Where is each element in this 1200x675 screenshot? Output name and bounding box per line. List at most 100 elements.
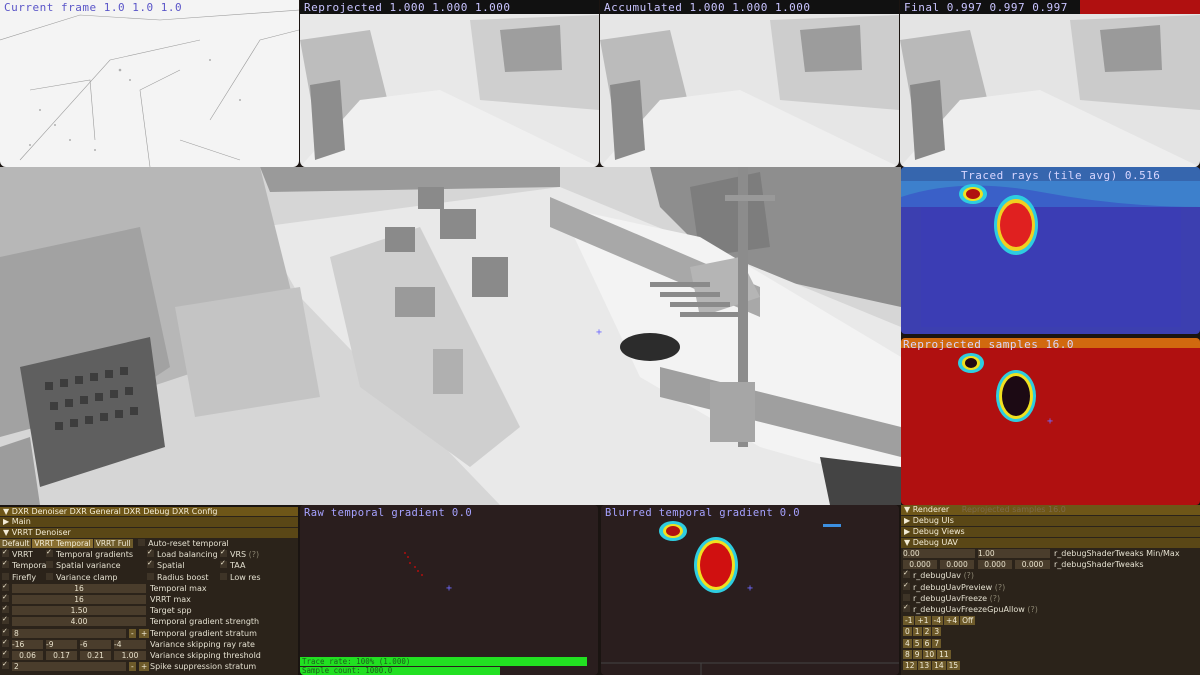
ray-rate-input-4[interactable]: -4 [114,639,146,649]
grid-button[interactable]: 2 [922,627,932,637]
row-check-icon [2,581,9,592]
grid-button[interactable]: 11 [937,649,951,659]
debug-uav-preview-checkbox[interactable] [903,580,910,591]
off-button[interactable]: Off [960,616,976,626]
spatial-checkbox[interactable] [147,558,154,570]
grid-button[interactable]: 1 [912,627,922,637]
vrs-checkbox[interactable] [220,547,227,558]
row-check-icon [2,614,9,626]
decrement-button[interactable]: - [129,628,136,638]
grid-button[interactable]: 15 [946,660,961,670]
grid-button[interactable]: 8 [903,649,912,659]
minmax-label: r_debugShaderTweaks Min/Max [1054,549,1180,558]
taa-checkbox[interactable] [220,558,227,570]
decrement-button[interactable]: - [129,662,136,672]
auto-reset-checkbox[interactable] [138,539,146,546]
grid-button[interactable]: 9 [912,649,922,659]
help-hint[interactable]: (?) [995,583,1006,592]
threshold-input-3[interactable]: 0.21 [80,650,111,660]
spike-stratum-input[interactable]: 2 [12,662,126,672]
low-res-checkbox[interactable] [220,572,227,580]
gradient-stratum-input[interactable]: 8 [12,628,126,638]
tweak-input-2[interactable]: 0.000 [940,560,974,570]
increment-button[interactable]: + [139,662,150,672]
help-hint[interactable]: (?) [1027,605,1038,614]
variance-clamp-checkbox[interactable] [46,572,53,580]
gradient-strength-slider[interactable]: 4.00 [12,617,146,627]
main-viewport[interactable]: + [0,167,901,505]
grid-button[interactable]: 0 [903,627,912,637]
slider-label: Temporal gradient strength [150,617,260,627]
target-spp-slider[interactable]: 1.50 [12,606,146,616]
min-input[interactable]: 0.00 [903,549,975,558]
grid-button[interactable]: 7 [932,638,942,648]
vrrt-section-header[interactable]: ▼ VRRT Denoiser [0,528,298,538]
spatial-variance-checkbox[interactable] [46,561,53,569]
temporal-gradients-checkbox[interactable] [46,547,53,558]
ray-rate-input-2[interactable]: -9 [46,639,77,649]
radius-boost-checkbox[interactable] [147,572,154,580]
debug-views-header[interactable]: ▶ Debug Views [901,527,1200,537]
main-section-header[interactable]: ▶ Main [0,517,298,527]
renderer-panel: ▼ Renderer Reprojected samples 16.0 ▶ De… [901,505,1200,675]
check-label: Low res [230,572,261,582]
crosshair-icon: + [596,327,603,338]
grid-button[interactable]: 10 [922,649,937,659]
flag-label: r_debugUavFreeze [913,593,988,603]
step-plus-1-button[interactable]: +1 [915,616,931,626]
temporal-max-slider[interactable]: 16 [12,583,146,593]
ray-rate-row: -16 -9 -6 -4 Variance skipping ray rate [0,637,298,650]
row-check-icon [2,592,9,603]
tweak-input-3[interactable]: 0.000 [978,560,1012,570]
threshold-input-4[interactable]: 1.00 [114,650,146,660]
step-minus-1-button[interactable]: -1 [903,616,915,626]
vrrt-checkbox[interactable] [2,547,9,558]
grid-row-3: 8 9 10 11 [901,649,1200,660]
heatmap-reprojected-samples: Reprojected samples 16.0 + [901,338,1200,505]
final-image [900,0,1200,167]
ray-rate-input-1[interactable]: -16 [12,639,43,649]
temporal-checkbox[interactable] [2,558,9,570]
preset-button-vrrt-full[interactable]: VRRT Full [93,539,133,548]
renderer-header[interactable]: ▼ Renderer Reprojected samples 16.0 [901,505,1200,515]
grid-button[interactable]: 5 [912,638,922,648]
step-minus-4-button[interactable]: -4 [931,616,944,626]
ray-rate-input-3[interactable]: -6 [80,639,111,649]
slider-label: VRRT max [150,594,191,604]
threshold-input-2[interactable]: 0.17 [46,650,77,660]
grid-button[interactable]: 4 [903,638,912,648]
debug-uav-header[interactable]: ▼ Debug UAV [901,538,1200,548]
debug-uav-freeze-gpu-checkbox[interactable] [903,602,910,613]
debug-uis-header[interactable]: ▶ Debug UIs [901,516,1200,526]
grid-button[interactable]: 13 [917,660,932,670]
check-label: Temporal gradients [56,550,134,560]
debug-uav-checkbox[interactable] [903,568,910,580]
panel-tabs[interactable]: ▼ DXR Denoiser DXR General DXR Debug DXR… [0,507,298,516]
preset-button-vrrt-temporal[interactable]: VRRT Temporal [32,539,93,548]
help-hint[interactable]: (?) [964,571,975,580]
checks-row-3: Firefly Variance clamp Radius boost Low … [0,572,298,583]
max-input[interactable]: 1.00 [978,549,1050,558]
load-balancing-checkbox[interactable] [147,547,154,558]
step-plus-4-button[interactable]: +4 [944,616,960,626]
grid-button[interactable]: 3 [932,627,942,637]
thumbnail-accumulated: Accumulated 1.000 1.000 1.000 [600,0,899,167]
vrrt-max-slider[interactable]: 16 [12,594,146,604]
help-hint[interactable]: (?) [990,594,1001,603]
renderer-title: Renderer [912,505,950,514]
grid-button[interactable]: 12 [903,660,917,670]
checks-row-2: Temporal Spatial variance Spatial TAA [0,558,298,571]
underlying-caption: Reprojected samples 16.0 [961,505,1066,514]
debug-uav-freeze-gpu-row: r_debugUavFreezeGpuAllow (?) [901,602,1200,615]
heatmap-caption: Traced rays (tile avg) 0.516 [961,169,1161,182]
threshold-input-1[interactable]: 0.06 [12,650,43,660]
gradient-strength-row: 4.00 Temporal gradient strength [0,614,298,627]
debug-uav-freeze-checkbox[interactable] [903,593,910,601]
check-label: Spatial [157,561,185,571]
increment-button[interactable]: + [139,628,150,638]
firefly-checkbox[interactable] [2,572,9,580]
grid-button[interactable]: 14 [932,660,946,670]
tweak-input-4[interactable]: 0.000 [1015,560,1050,570]
help-hint[interactable]: (?) [249,550,260,559]
grid-button[interactable]: 6 [922,638,932,648]
